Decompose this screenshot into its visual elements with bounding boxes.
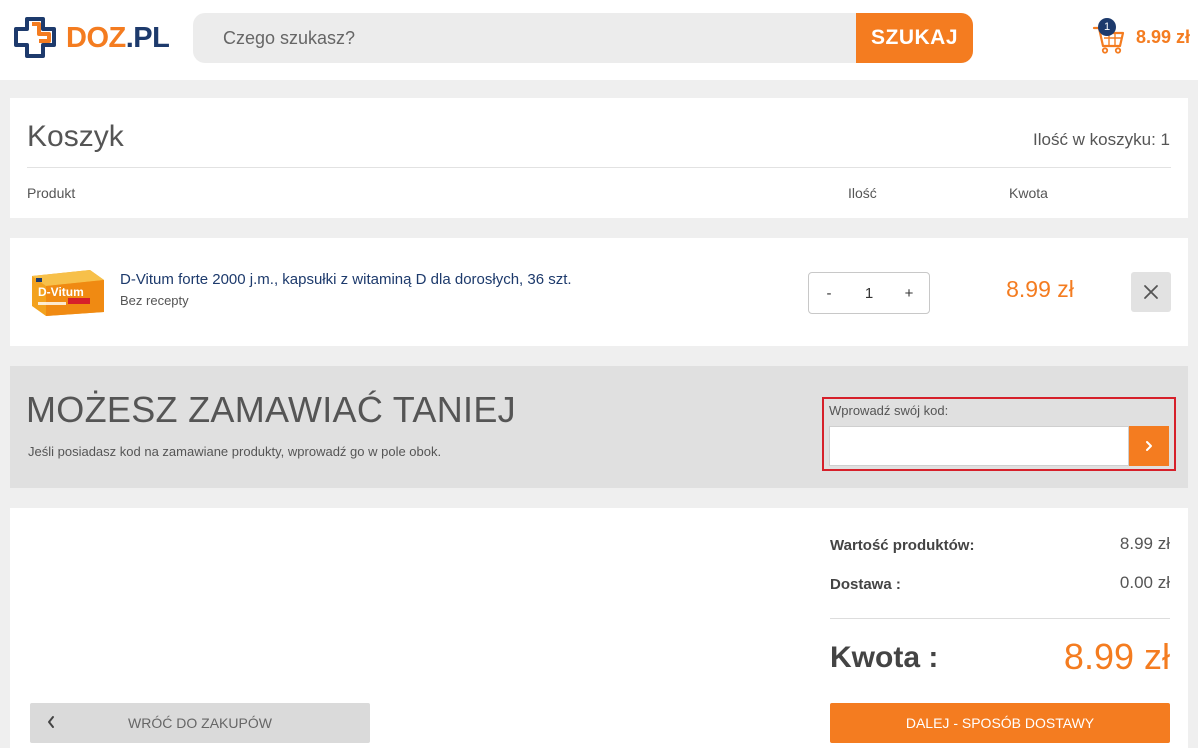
site-logo[interactable]: DOZ.PL bbox=[10, 12, 180, 64]
cart-count-badge: 1 bbox=[1098, 18, 1116, 36]
cart-header-panel: Koszyk Ilość w koszyku: 1 Produkt Ilość … bbox=[10, 98, 1188, 218]
product-availability: Bez recepty bbox=[120, 293, 189, 308]
remove-item-button[interactable] bbox=[1131, 272, 1171, 312]
cart-item-count: Ilość w koszyku: 1 bbox=[1033, 130, 1170, 149]
total-value: 8.99 zł bbox=[1063, 636, 1170, 677]
column-header-quantity: Ilość bbox=[848, 185, 877, 201]
cart-item-row: D-Vitum D-Vitum forte 2000 j.m., kapsułk… bbox=[10, 238, 1188, 346]
quantity-increase-button[interactable]: + bbox=[889, 285, 929, 302]
search-bar: SZUKAJ bbox=[193, 13, 973, 63]
quantity-value[interactable]: 1 bbox=[849, 285, 889, 302]
delivery-label: Dostawa : bbox=[830, 576, 901, 593]
cart-total-header: 8.99 zł bbox=[1136, 27, 1191, 47]
promo-code-section: MOŻESZ ZAMAWIAĆ TANIEJ Jeśli posiadasz k… bbox=[10, 366, 1188, 488]
promo-code-form: Wprowadź swój kod: bbox=[822, 397, 1176, 471]
logo-wordmark: DOZ.PL bbox=[66, 21, 170, 54]
next-delivery-method-button[interactable]: DALEJ - SPOSÓB DOSTAWY bbox=[830, 703, 1170, 743]
back-to-shopping-label: WRÓĆ DO ZAKUPÓW bbox=[128, 715, 272, 731]
promo-code-submit-button[interactable] bbox=[1129, 426, 1169, 466]
products-value-label: Wartość produktów: bbox=[830, 537, 975, 554]
item-price: 8.99 zł bbox=[1006, 276, 1074, 302]
column-header-amount: Kwota bbox=[1009, 185, 1048, 201]
search-input[interactable] bbox=[193, 13, 856, 63]
header-cart[interactable]: 1 8.99 zł bbox=[1092, 18, 1198, 58]
column-header-product: Produkt bbox=[27, 185, 76, 201]
quantity-decrease-button[interactable]: - bbox=[809, 285, 849, 302]
site-header: DOZ.PL SZUKAJ 1 8.99 zł bbox=[0, 0, 1198, 80]
promo-code-input[interactable] bbox=[829, 426, 1129, 466]
product-name-link[interactable]: D-Vitum forte 2000 j.m., kapsułki z wita… bbox=[120, 271, 572, 288]
promo-description: Jeśli posiadasz kod na zamawiane produkt… bbox=[28, 444, 442, 459]
divider bbox=[27, 167, 1171, 168]
delivery-value: 0.00 zł bbox=[1119, 573, 1170, 592]
total-label: Kwota : bbox=[830, 641, 939, 674]
search-button[interactable]: SZUKAJ bbox=[856, 13, 973, 63]
quantity-stepper: - 1 + bbox=[808, 272, 930, 314]
product-image[interactable]: D-Vitum bbox=[28, 266, 106, 318]
svg-text:D-Vitum: D-Vitum bbox=[38, 285, 84, 299]
cross-logo-icon bbox=[14, 17, 56, 58]
back-to-shopping-button[interactable]: WRÓĆ DO ZAKUPÓW bbox=[30, 703, 370, 743]
promo-heading: MOŻESZ ZAMAWIAĆ TANIEJ bbox=[26, 389, 516, 430]
order-summary-panel: Wartość produktów: 8.99 zł Dostawa : 0.0… bbox=[10, 508, 1188, 748]
close-icon bbox=[1144, 285, 1158, 299]
divider bbox=[830, 618, 1170, 619]
products-value: 8.99 zł bbox=[1119, 534, 1170, 553]
chevron-right-icon bbox=[1146, 441, 1152, 451]
page-title: Koszyk bbox=[27, 120, 124, 153]
promo-code-label: Wprowadź swój kod: bbox=[829, 403, 949, 418]
